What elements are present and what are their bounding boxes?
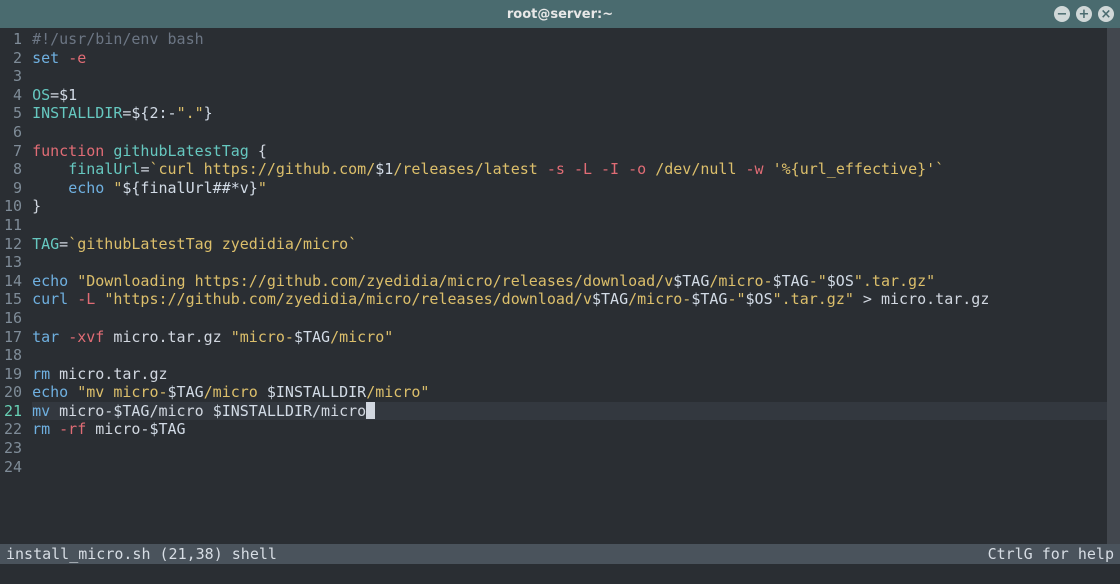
code-line[interactable]: rm micro.tar.gz (32, 365, 1120, 384)
line-number: 16 (4, 309, 22, 328)
line-number: 13 (4, 253, 22, 272)
code-line[interactable]: tar -xvf micro.tar.gz "micro-$TAG/micro" (32, 328, 1120, 347)
line-number: 20 (4, 383, 22, 402)
window-titlebar: root@server:~ − + × (0, 0, 1120, 28)
status-bar: install_micro.sh (21,38) shell CtrlG for… (0, 544, 1120, 564)
code-line[interactable] (32, 253, 1120, 272)
code-line[interactable] (32, 216, 1120, 235)
code-line[interactable] (32, 309, 1120, 328)
line-number: 3 (4, 67, 22, 86)
code-line[interactable]: OS=$1 (32, 86, 1120, 105)
code-line[interactable]: mv micro-$TAG/micro $INSTALLDIR/micro (32, 402, 1120, 421)
code-line[interactable]: echo "${finalUrl##*v}" (32, 179, 1120, 198)
line-number: 12 (4, 235, 22, 254)
code-line[interactable] (32, 439, 1120, 458)
code-line[interactable]: rm -rf micro-$TAG (32, 420, 1120, 439)
line-number: 21 (4, 402, 22, 421)
code-line[interactable]: #!/usr/bin/env bash (32, 30, 1120, 49)
code-line[interactable]: finalUrl=`curl https://github.com/$1/rel… (32, 160, 1120, 179)
line-number: 8 (4, 160, 22, 179)
status-left: install_micro.sh (21,38) shell (6, 545, 277, 563)
line-number: 22 (4, 420, 22, 439)
code-line[interactable]: TAG=`githubLatestTag zyedidia/micro` (32, 235, 1120, 254)
code-line[interactable] (32, 346, 1120, 365)
minimize-button[interactable]: − (1054, 6, 1070, 22)
line-number: 2 (4, 49, 22, 68)
window-controls: − + × (1054, 6, 1114, 22)
line-number: 7 (4, 142, 22, 161)
line-number: 15 (4, 290, 22, 309)
code-line[interactable]: } (32, 197, 1120, 216)
line-number-gutter: 1 2 3 4 5 6 7 8 910111213141516171819202… (0, 30, 32, 564)
line-number: 23 (4, 439, 22, 458)
scrollbar-track[interactable] (1107, 28, 1120, 544)
line-number: 17 (4, 328, 22, 347)
code-line[interactable]: INSTALLDIR=${2:-"."} (32, 104, 1120, 123)
line-number: 11 (4, 216, 22, 235)
line-number: 5 (4, 104, 22, 123)
code-line[interactable]: set -e (32, 49, 1120, 68)
code-line[interactable] (32, 67, 1120, 86)
maximize-button[interactable]: + (1076, 6, 1092, 22)
code-line[interactable] (32, 458, 1120, 477)
line-number: 6 (4, 123, 22, 142)
scrollbar-thumb[interactable] (1107, 28, 1120, 544)
status-right: CtrlG for help (988, 545, 1114, 563)
line-number: 24 (4, 458, 22, 477)
code-line[interactable] (32, 123, 1120, 142)
code-line[interactable]: echo "Downloading https://github.com/zye… (32, 272, 1120, 291)
line-number: 14 (4, 272, 22, 291)
line-number: 18 (4, 346, 22, 365)
text-cursor (366, 402, 375, 419)
line-number: 19 (4, 365, 22, 384)
line-number: 9 (4, 179, 22, 198)
line-number: 4 (4, 86, 22, 105)
line-number: 10 (4, 197, 22, 216)
code-line[interactable]: echo "mv micro-$TAG/micro $INSTALLDIR/mi… (32, 383, 1120, 402)
window-title: root@server:~ (507, 7, 613, 22)
code-content[interactable]: #!/usr/bin/env bashset -e OS=$1INSTALLDI… (32, 30, 1120, 564)
editor-area[interactable]: 1 2 3 4 5 6 7 8 910111213141516171819202… (0, 28, 1120, 564)
code-line[interactable]: curl -L "https://github.com/zyedidia/mic… (32, 290, 1120, 309)
code-line[interactable]: function githubLatestTag { (32, 142, 1120, 161)
close-button[interactable]: × (1098, 6, 1114, 22)
line-number: 1 (4, 30, 22, 49)
